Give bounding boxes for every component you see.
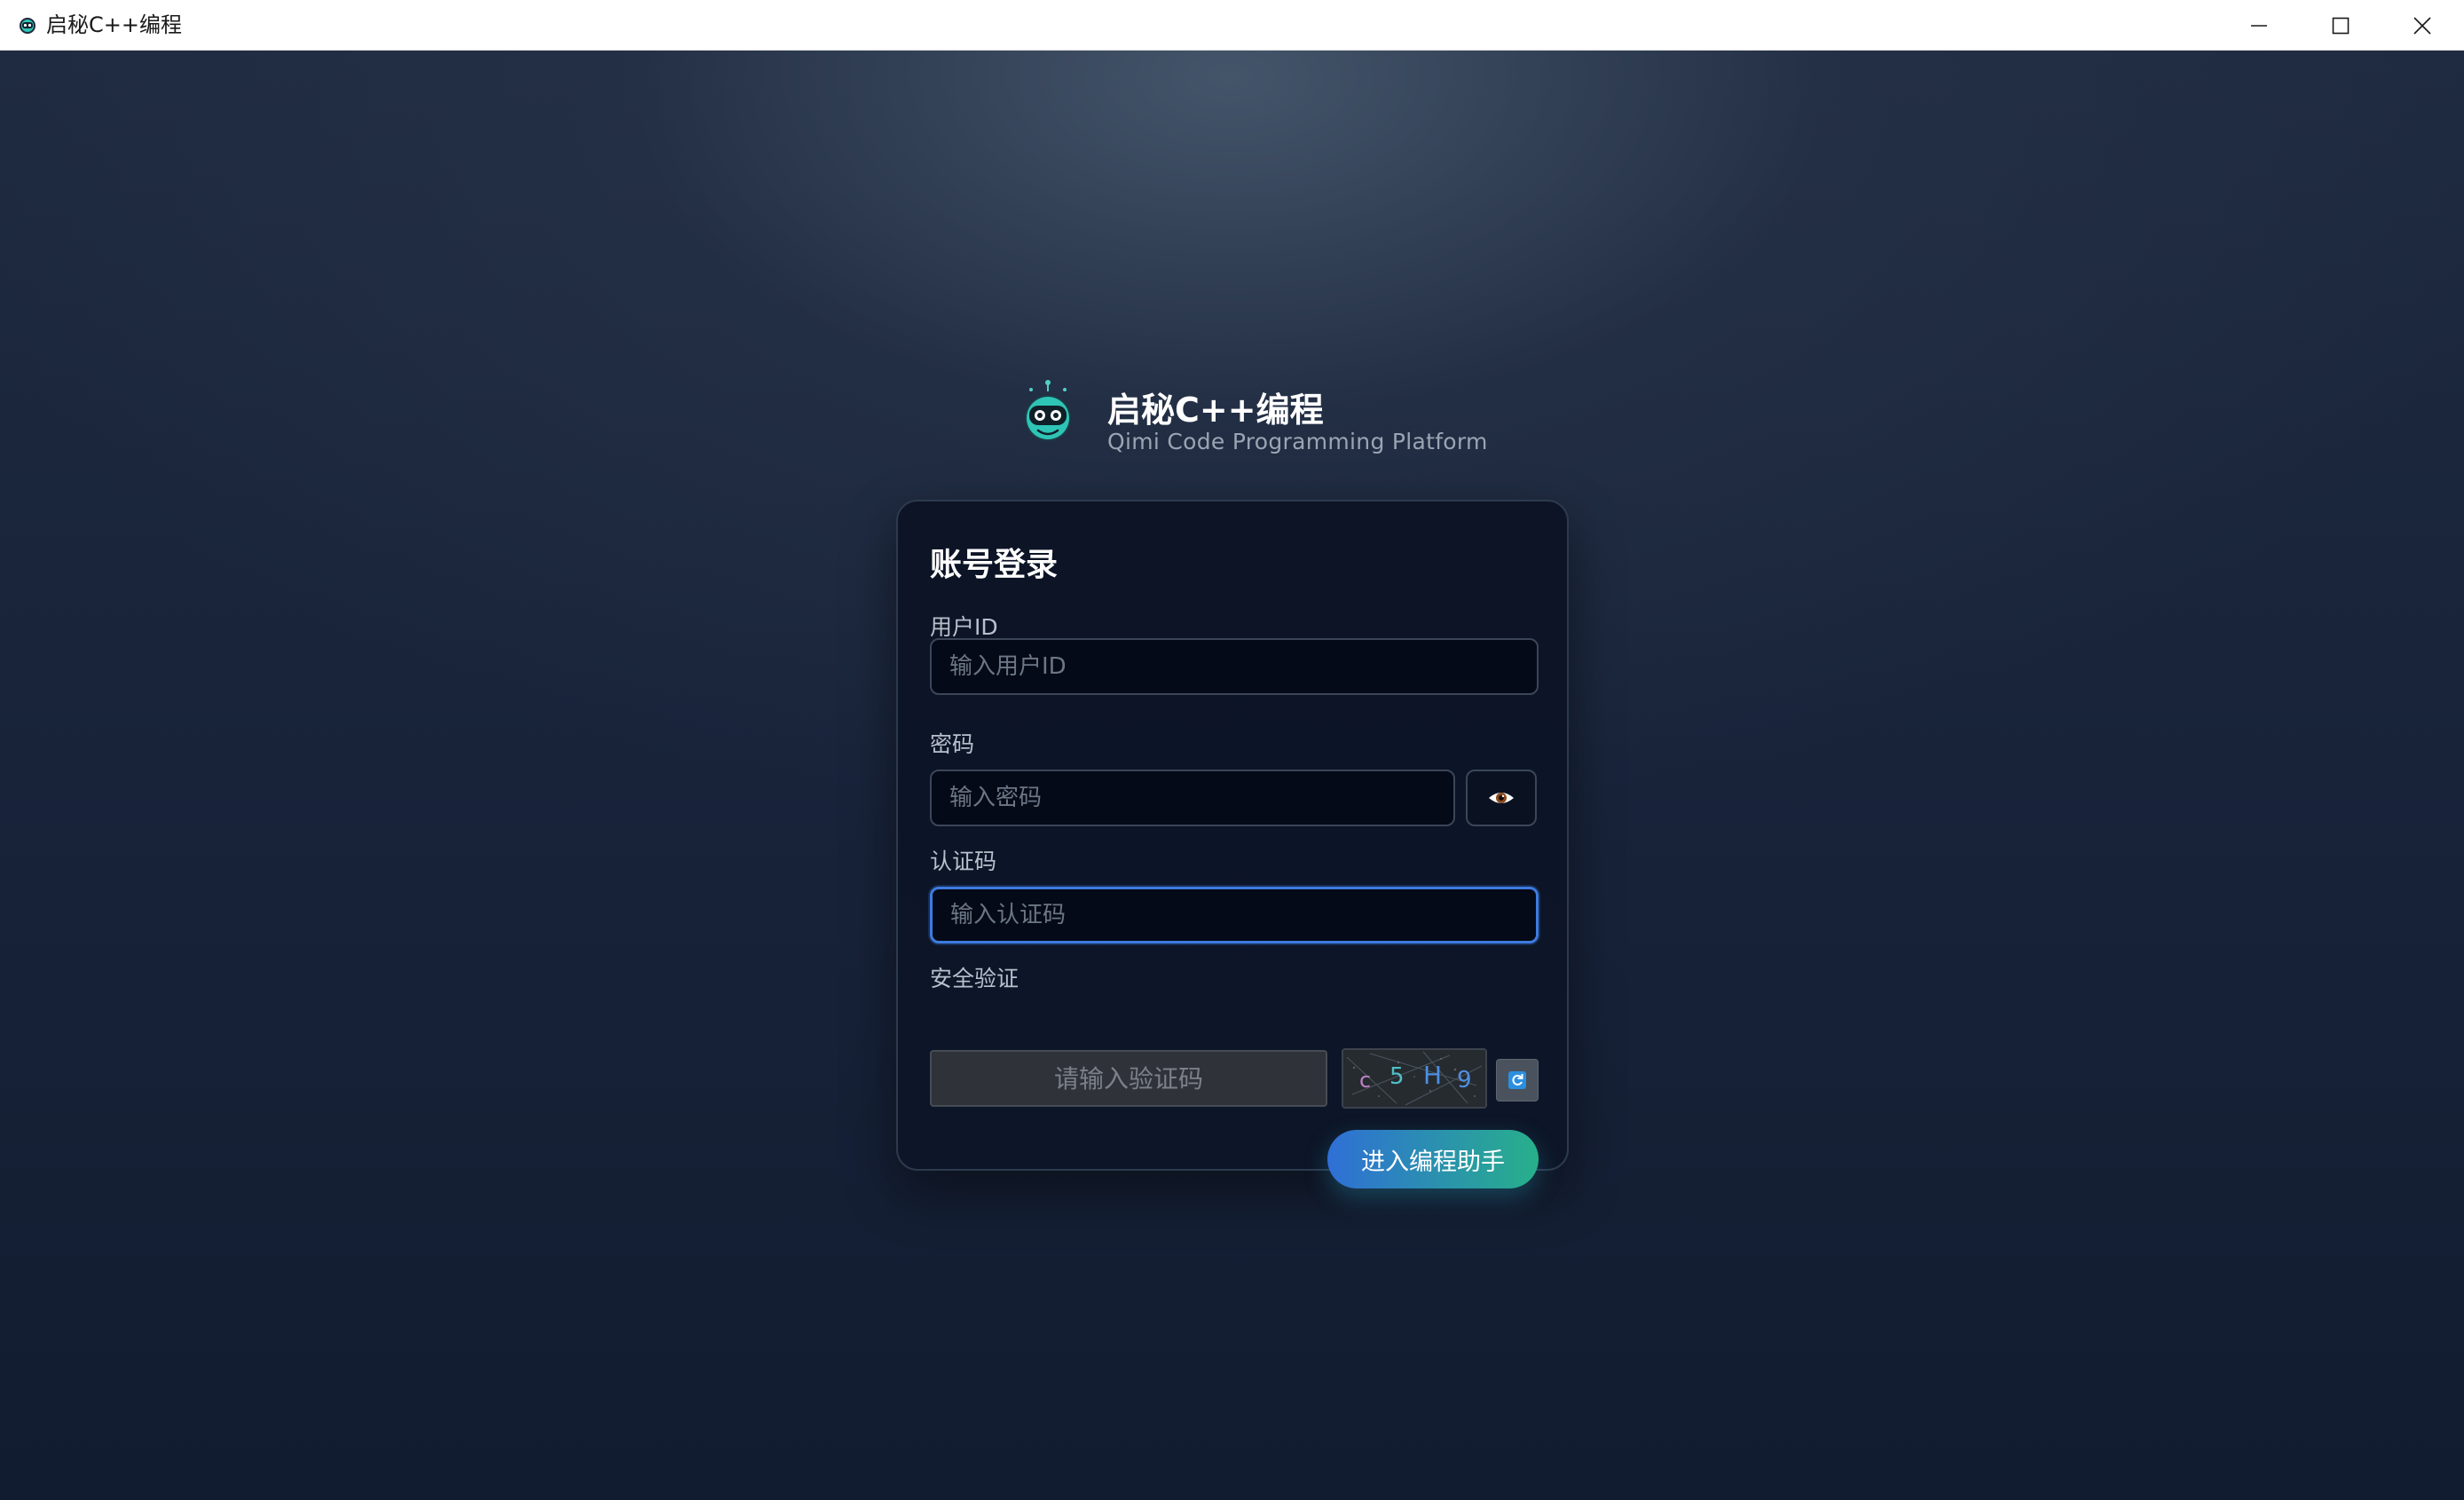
brand-header: 启秘C++编程 Qimi Code Programming Platform: [1019, 379, 1487, 459]
robot-icon: [1025, 380, 1071, 441]
login-title: 账号登录: [930, 547, 1059, 583]
captcha-char: 9: [1457, 1067, 1472, 1093]
captcha-svg: c 5 H 9: [1343, 1050, 1485, 1107]
close-button[interactable]: [2381, 0, 2463, 51]
brand-tagline: Qimi Code Programming Platform: [1107, 429, 1488, 454]
captcha-input[interactable]: [930, 1050, 1327, 1107]
window-title: 启秘C++编程: [46, 12, 182, 37]
refresh-icon: [1508, 1071, 1526, 1089]
close-icon: [2413, 16, 2431, 35]
window-titlebar: 启秘C++编程: [0, 0, 2464, 51]
security-label: 安全验证: [930, 966, 1019, 991]
show-password-button[interactable]: [1466, 770, 1537, 826]
robot-icon: [20, 18, 35, 34]
refresh-captcha-button[interactable]: [1496, 1059, 1539, 1101]
password-input[interactable]: [930, 770, 1455, 826]
auth-code-input[interactable]: [930, 887, 1539, 943]
user-id-input[interactable]: [930, 638, 1539, 695]
user-id-label: 用户ID: [930, 614, 998, 640]
minimize-icon: [2251, 24, 2267, 27]
captcha-char: 5: [1389, 1063, 1405, 1090]
captcha-image[interactable]: c 5 H 9: [1342, 1048, 1487, 1109]
maximize-button[interactable]: [2300, 0, 2381, 51]
login-card: 账号登录 用户ID 密码 认证码 安全验证: [896, 500, 1569, 1188]
maximize-icon: [2332, 17, 2350, 34]
password-label: 密码: [930, 731, 975, 757]
minimize-button[interactable]: [2218, 0, 2300, 51]
auth-code-label: 认证码: [930, 849, 997, 874]
brand-name: 启秘C++编程: [1107, 391, 1324, 430]
captcha-char: H: [1423, 1061, 1442, 1090]
enter-assistant-button[interactable]: 进入编程助手: [1327, 1130, 1539, 1188]
eye-icon: [1489, 793, 1514, 803]
captcha-char: c: [1359, 1068, 1371, 1093]
app-content: 启秘C++编程 Qimi Code Programming Platform 账…: [0, 51, 2464, 1500]
